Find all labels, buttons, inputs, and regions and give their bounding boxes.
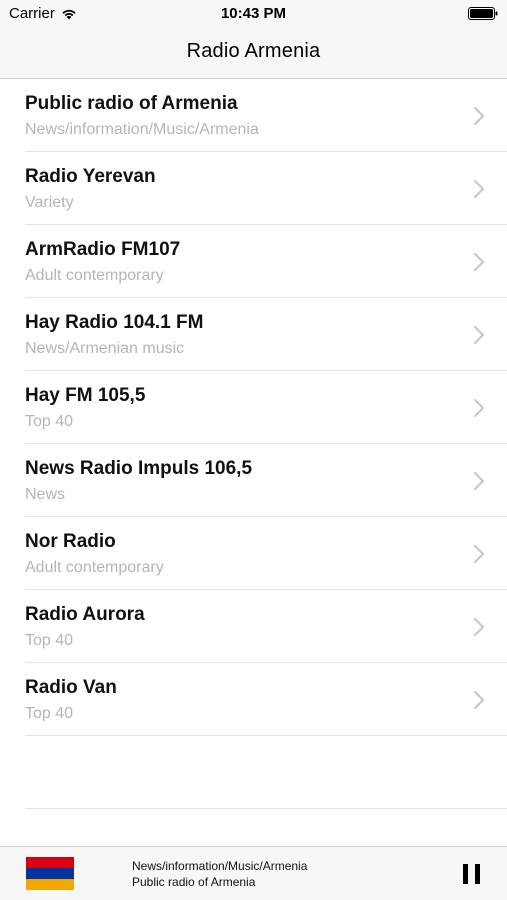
station-genre: Top 40 xyxy=(25,632,74,649)
station-name: Public radio of Armenia xyxy=(25,93,238,114)
chevron-right-icon xyxy=(473,544,485,564)
now-playing-bar[interactable]: News/information/Music/Armenia Public ra… xyxy=(0,846,507,900)
status-time: 10:43 PM xyxy=(220,5,287,22)
station-list[interactable]: Public radio of Armenia News/information… xyxy=(0,79,507,809)
now-playing-station: Public radio of Armenia xyxy=(132,875,256,889)
chevron-right-icon xyxy=(473,690,485,710)
station-name: ArmRadio FM107 xyxy=(25,239,181,260)
station-genre: Top 40 xyxy=(25,413,74,430)
chevron-right-icon xyxy=(473,325,485,345)
station-row[interactable]: Hay FM 105,5 Top 40 xyxy=(25,371,507,444)
station-row[interactable]: News Radio Impuls 106,5 News xyxy=(25,444,507,517)
station-name: News Radio Impuls 106,5 xyxy=(25,458,253,479)
station-name: Hay Radio 104.1 FM xyxy=(25,312,204,333)
chevron-right-icon xyxy=(473,471,485,491)
station-name: Radio Van xyxy=(25,677,117,698)
chevron-right-icon xyxy=(473,617,485,637)
page-title: Radio Armenia xyxy=(186,40,321,62)
screen: Carrier 10:43 PM Radio Armenia Public ra… xyxy=(0,0,507,900)
flag-stripe-red xyxy=(26,857,74,868)
station-genre: Adult contemporary xyxy=(25,559,164,576)
empty-row-separator xyxy=(25,736,507,809)
station-name: Hay FM 105,5 xyxy=(25,385,146,406)
station-row[interactable]: Nor Radio Adult contemporary xyxy=(25,517,507,590)
navigation-bar: Radio Armenia xyxy=(0,28,507,79)
station-name: Radio Yerevan xyxy=(25,166,156,187)
now-playing-info: News/information/Music/Armenia Public ra… xyxy=(132,858,307,890)
station-row[interactable]: Hay Radio 104.1 FM News/Armenian music xyxy=(25,298,507,371)
station-genre: News/Armenian music xyxy=(25,340,185,357)
pause-icon[interactable] xyxy=(461,863,483,885)
station-genre: Top 40 xyxy=(25,705,74,722)
station-genre: Variety xyxy=(25,194,74,211)
chevron-right-icon xyxy=(473,179,485,199)
station-row[interactable]: Radio Yerevan Variety xyxy=(25,152,507,225)
armenia-flag-icon xyxy=(26,857,74,890)
station-row[interactable]: Public radio of Armenia News/information… xyxy=(25,79,507,152)
station-row[interactable]: Radio Aurora Top 40 xyxy=(25,590,507,663)
station-genre: Adult contemporary xyxy=(25,267,164,284)
chevron-right-icon xyxy=(473,106,485,126)
station-genre: News xyxy=(25,486,66,503)
chevron-right-icon xyxy=(473,252,485,272)
station-row[interactable]: Radio Van Top 40 xyxy=(25,663,507,736)
station-name: Radio Aurora xyxy=(25,604,145,625)
station-genre: News/information/Music/Armenia xyxy=(25,121,259,138)
flag-stripe-blue xyxy=(26,868,74,879)
now-playing-genre: News/information/Music/Armenia xyxy=(132,859,308,873)
flag-stripe-orange xyxy=(26,879,74,890)
station-name: Nor Radio xyxy=(25,531,116,552)
battery-icon xyxy=(468,7,498,20)
station-row[interactable]: ArmRadio FM107 Adult contemporary xyxy=(25,225,507,298)
status-bar: Carrier 10:43 PM xyxy=(0,0,507,28)
chevron-right-icon xyxy=(473,398,485,418)
